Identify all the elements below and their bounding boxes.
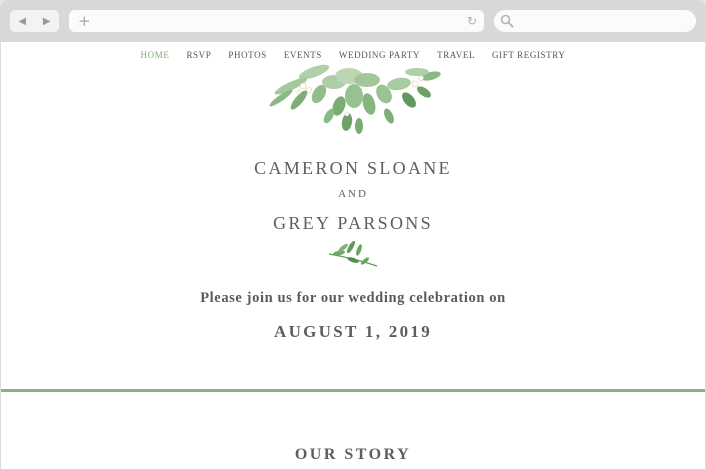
browser-toolbar: ◀ ▶ + ↻ xyxy=(0,0,706,42)
nav-item-travel[interactable]: TRAVEL xyxy=(437,50,475,60)
nav-item-home[interactable]: HOME xyxy=(141,50,170,60)
site-nav: HOME RSVP PHOTOS EVENTS WEDDING PARTY TR… xyxy=(1,50,705,60)
section-divider xyxy=(1,389,705,392)
address-bar[interactable]: + ↻ xyxy=(69,10,484,32)
forward-arrow-icon[interactable]: ▶ xyxy=(43,16,51,27)
nav-item-gift-registry[interactable]: GIFT REGISTRY xyxy=(492,50,565,60)
invitation-text: Please join us for our wedding celebrati… xyxy=(200,290,506,306)
browser-window: ◀ ▶ + ↻ HOME RSVP PHOTOS EVENTS WEDDING … xyxy=(0,0,706,469)
floral-bouquet-icon xyxy=(269,64,441,134)
leaf-sprig-icon xyxy=(328,240,378,267)
back-arrow-icon[interactable]: ◀ xyxy=(18,16,26,27)
nav-item-photos[interactable]: PHOTOS xyxy=(228,50,266,60)
search-icon xyxy=(500,14,514,28)
our-story-heading: OUR STORY xyxy=(294,446,412,463)
nav-item-rsvp[interactable]: RSVP xyxy=(186,50,211,60)
reload-icon[interactable]: ↻ xyxy=(467,13,477,29)
new-tab-plus-icon[interactable]: + xyxy=(78,12,91,30)
history-buttons: ◀ ▶ xyxy=(10,10,59,32)
wedding-date: AUGUST 1, 2019 xyxy=(274,322,432,341)
couple-name-2: GREY PARSONS xyxy=(273,213,433,233)
nav-item-events[interactable]: EVENTS xyxy=(284,50,322,60)
browser-search-field[interactable] xyxy=(494,10,696,32)
couple-name-1: CAMERON SLOANE xyxy=(254,158,452,178)
nav-item-wedding-party[interactable]: WEDDING PARTY xyxy=(339,50,420,60)
and-text: AND xyxy=(338,188,368,200)
web-page: HOME RSVP PHOTOS EVENTS WEDDING PARTY TR… xyxy=(1,42,705,469)
